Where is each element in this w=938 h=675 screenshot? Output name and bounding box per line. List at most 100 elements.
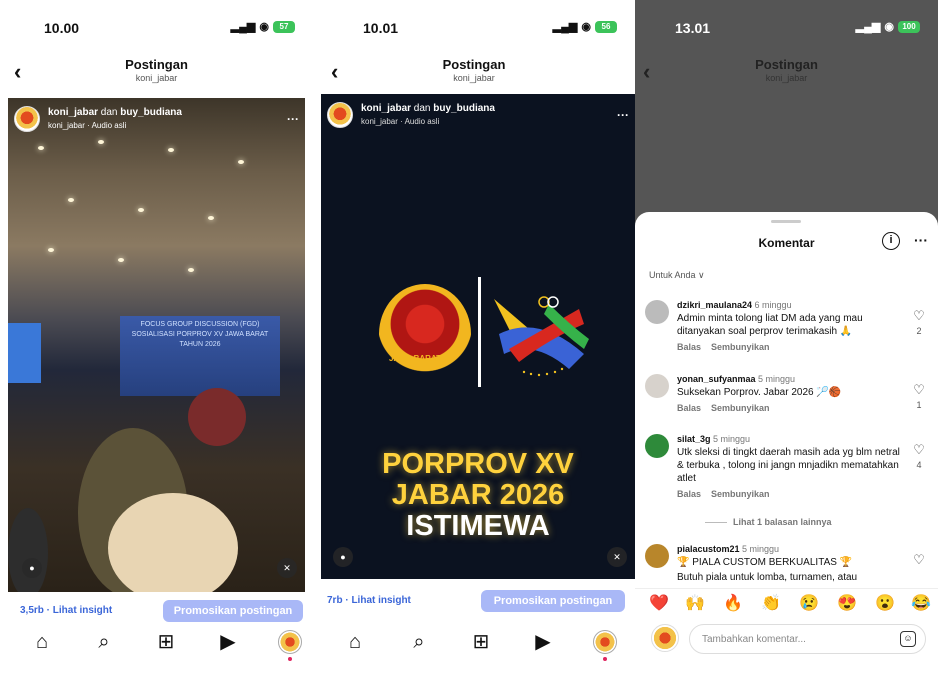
insight-link[interactable]: 3,5rb · Lihat insight (20, 605, 112, 616)
avatar[interactable] (327, 102, 353, 128)
jawa-barat-logo: JAWA BARAT (379, 284, 471, 384)
back-icon[interactable]: ‹ (14, 61, 21, 83)
profile-avatar[interactable] (593, 630, 617, 654)
battery-icon: 57 (273, 20, 295, 33)
post-media[interactable]: koni_jabar dan buy_budiana koni_jabar · … (321, 94, 635, 579)
comment-user[interactable]: yonan_sufyanmaa (677, 374, 756, 384)
comment-filter[interactable]: Untuk Anda ∨ (649, 270, 705, 281)
create-icon[interactable]: ⊞ (152, 630, 180, 654)
reply-button[interactable]: Balas (677, 489, 701, 499)
wifi-icon: ◉ (259, 21, 269, 33)
signal-icon: ▂▄▆ (855, 21, 881, 33)
post-header: ‹ Postingan koni_jabar (313, 55, 635, 91)
wifi-icon: ◉ (581, 21, 591, 33)
comment-user[interactable]: silat_3g (677, 434, 711, 444)
emoji-crying[interactable]: 😢 (799, 593, 819, 613)
comment-text: Utk sleksi di tingkt daerah masih ada yg… (677, 447, 900, 484)
comment-user[interactable]: dzikri_maulana24 (677, 300, 752, 310)
comment-input-bar: Tambahkan komentar... ☺ (635, 622, 938, 656)
audio-label[interactable]: koni_jabar · Audio asli (361, 117, 439, 126)
hide-button[interactable]: Sembunyikan (711, 403, 770, 413)
hide-button[interactable]: Sembunyikan (711, 489, 770, 499)
mute-icon[interactable]: ✕ (607, 547, 627, 567)
page-title: Postingan (755, 57, 818, 72)
comment-item: silat_3g 5 minggu Utk sleksi di tingkt d… (645, 434, 930, 514)
user-tag-icon[interactable]: ● (22, 558, 42, 578)
headline-line-3: ISTIMEWA (406, 510, 550, 542)
insight-bar: 3,5rb · Lihat insight Promosikan posting… (10, 600, 303, 622)
reels-icon[interactable]: ▶ (529, 630, 557, 654)
heart-icon[interactable]: ♡ (912, 552, 926, 568)
audio-label[interactable]: koni_jabar · Audio asli (48, 121, 126, 130)
emoji-fire[interactable]: 🔥 (723, 593, 743, 613)
page-title: Postingan (442, 57, 506, 72)
hide-button[interactable]: Sembunyikan (711, 342, 770, 352)
heart-icon[interactable]: ♡ (912, 382, 926, 398)
emoji-heart[interactable]: ❤️ (649, 593, 669, 613)
emoji-clap[interactable]: 👏 (761, 593, 781, 613)
post-owner[interactable]: koni_jabar dan buy_budiana (48, 107, 182, 118)
emoji-raised-hands[interactable]: 🙌 (685, 593, 705, 613)
banner-text: FOCUS GROUP DISCUSSION (FGD) SOSIALISASI… (131, 321, 269, 348)
user-tag-icon[interactable]: ● (333, 547, 353, 567)
avatar[interactable] (645, 544, 669, 568)
status-icons: ▂▄▆ ◉ 100 (856, 20, 920, 33)
profile-avatar[interactable] (278, 630, 302, 654)
logo-divider (478, 277, 481, 387)
home-icon[interactable]: ⌂ (28, 630, 56, 654)
projector-screen (8, 323, 41, 383)
back-icon[interactable]: ‹ (643, 61, 650, 83)
comment-user[interactable]: pialacustom21 (677, 544, 740, 554)
post-owner[interactable]: koni_jabar dan buy_budiana (361, 103, 495, 114)
sticker-icon[interactable]: ☺ (900, 631, 916, 647)
emoji-laughing[interactable]: 😂 (911, 593, 931, 613)
more-icon[interactable]: ··· (287, 112, 299, 126)
battery-icon: 56 (595, 20, 617, 33)
page-subtitle: koni_jabar (135, 73, 178, 83)
comment-item: yonan_sufyanmaa 5 minggu Suksekan Porpro… (645, 374, 930, 424)
notification-dot (288, 657, 292, 661)
avatar[interactable] (645, 434, 669, 458)
info-icon[interactable]: i (882, 232, 900, 250)
heart-icon[interactable]: ♡ (912, 442, 926, 458)
view-replies-link[interactable]: Lihat 1 balasan lainnya (705, 517, 832, 527)
comment-text: Suksekan Porprov. Jabar 2026 🏸🏀 (677, 387, 842, 398)
status-time: 13.01 (675, 20, 711, 36)
promote-button[interactable]: Promosikan postingan (481, 590, 625, 612)
insight-link[interactable]: 7rb · Lihat insight (327, 595, 411, 606)
more-icon[interactable]: ··· (914, 232, 928, 248)
reply-button[interactable]: Balas (677, 342, 701, 352)
reels-icon[interactable]: ▶ (214, 630, 242, 654)
home-icon[interactable]: ⌂ (341, 630, 369, 654)
status-icons: ▂▄▆ ◉ 57 (231, 20, 295, 33)
heart-icon[interactable]: ♡ (912, 308, 926, 324)
search-icon[interactable]: ⌕ (90, 630, 118, 654)
post-media[interactable]: FOCUS GROUP DISCUSSION (FGD) SOSIALISASI… (8, 98, 305, 592)
avatar[interactable] (14, 106, 40, 132)
status-bar: 10.00 ▂▄▆ ◉ 57 (0, 16, 313, 40)
back-icon[interactable]: ‹ (331, 61, 338, 83)
insight-bar: 7rb · Lihat insight Promosikan postingan (323, 590, 625, 612)
photo-conference: FOCUS GROUP DISCUSSION (FGD) SOSIALISASI… (8, 98, 305, 592)
notification-dot (603, 657, 607, 661)
more-icon[interactable]: ··· (617, 108, 629, 122)
post-owner-bar: koni_jabar dan buy_budiana koni_jabar · … (327, 102, 629, 134)
emoji-surprised[interactable]: 😮 (875, 593, 895, 613)
avatar[interactable] (645, 300, 669, 324)
comment-time: 5 minggu (739, 544, 780, 554)
reply-button[interactable]: Balas (677, 403, 701, 413)
promote-button[interactable]: Promosikan postingan (163, 600, 303, 622)
create-icon[interactable]: ⊞ (467, 630, 495, 654)
screen-post-photo: 10.00 ▂▄▆ ◉ 57 ‹ Postingan koni_jabar FO… (0, 0, 313, 675)
comment-text: Admin minta tolong liat DM ada yang mau … (677, 313, 863, 337)
avatar[interactable] (645, 374, 669, 398)
emoji-heart-eyes[interactable]: 😍 (837, 593, 857, 613)
sheet-grab-handle[interactable] (771, 220, 801, 223)
comment-input[interactable]: Tambahkan komentar... (689, 624, 926, 654)
like-count: 2 (916, 326, 922, 336)
search-icon[interactable]: ⌕ (405, 630, 433, 654)
emoji-reaction-bar: ❤️ 🙌 🔥 👏 😢 😍 😮 😂 (635, 588, 938, 614)
mute-icon[interactable]: ✕ (277, 558, 297, 578)
comment-time: 5 minggu (710, 434, 751, 444)
dimmed-background[interactable]: 13.01 ▂▄▆ ◉ 100 ‹ Postingan koni_jabar (635, 0, 938, 230)
